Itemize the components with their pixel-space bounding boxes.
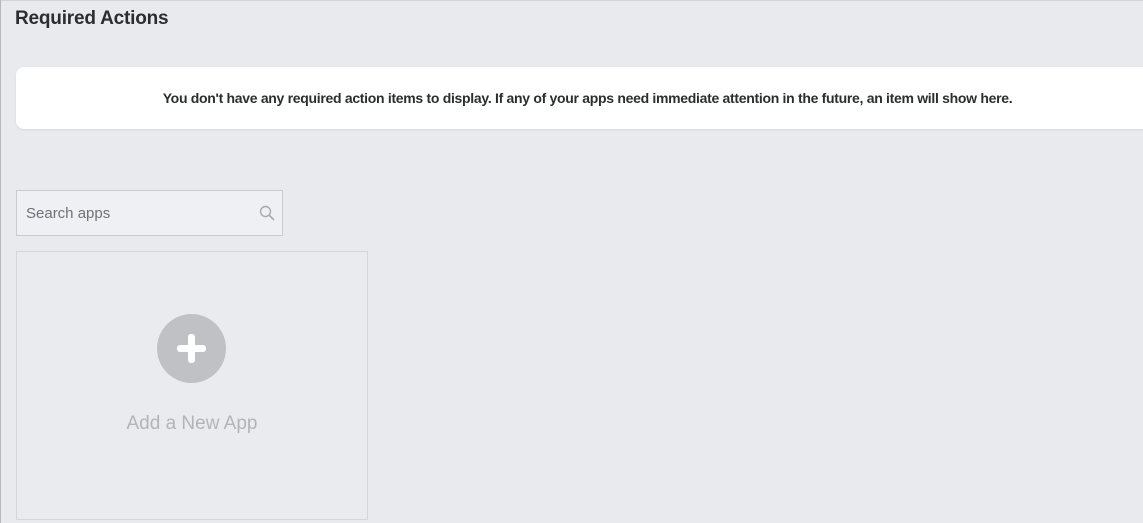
add-new-app-tile[interactable]: Add a New App [16,251,368,520]
search-apps-input[interactable] [17,191,247,235]
left-border [0,0,1,523]
required-actions-title: Required Actions [15,8,169,29]
search-apps-box[interactable] [16,190,283,236]
plus-circle-icon[interactable] [157,314,226,383]
required-actions-card: You don't have any required action items… [16,67,1143,129]
top-border [0,0,1143,1]
required-actions-empty-message: You don't have any required action items… [162,90,1013,106]
search-icon[interactable] [259,205,275,221]
add-new-app-label: Add a New App [126,413,258,434]
